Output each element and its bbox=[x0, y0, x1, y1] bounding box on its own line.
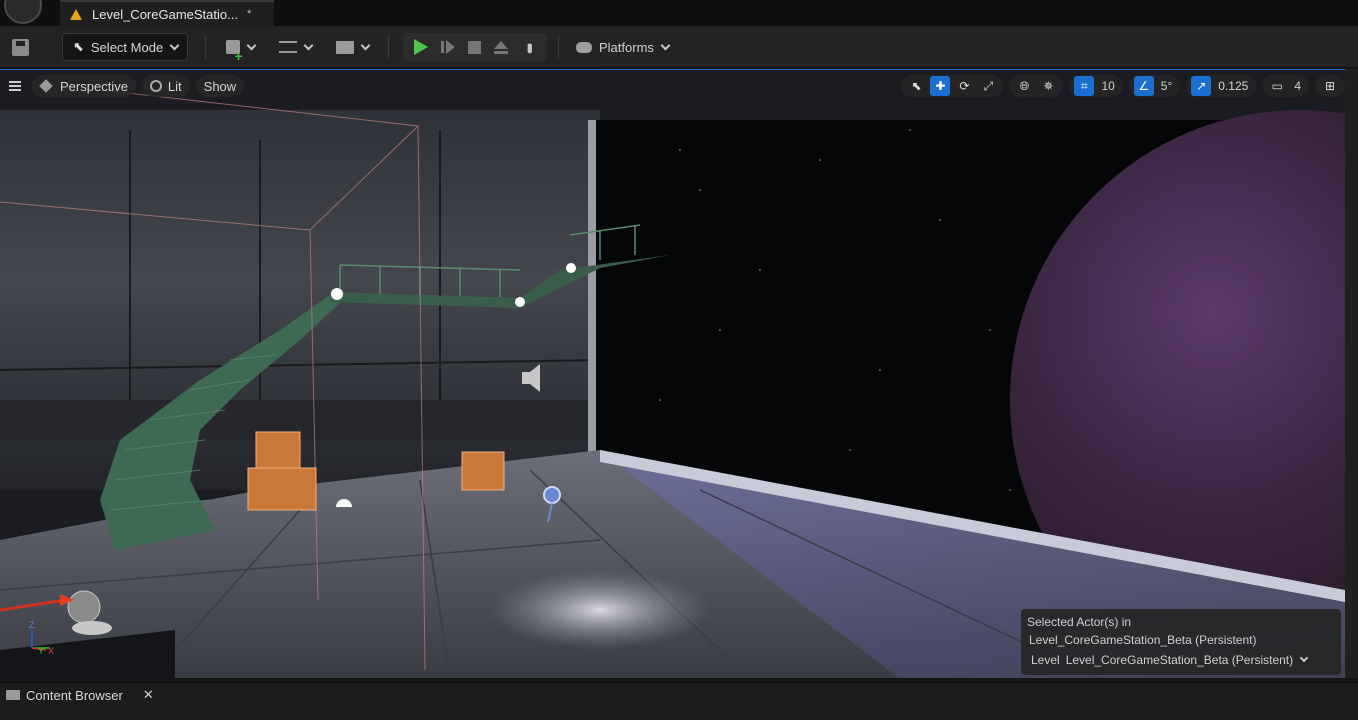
bottom-drawer: Content Browser ✕ bbox=[0, 682, 1358, 720]
chevron-down-icon bbox=[303, 40, 313, 50]
select-mode-dropdown[interactable]: ⬉ Select Mode bbox=[62, 33, 188, 61]
chevron-down-icon bbox=[1299, 653, 1309, 663]
layout-group: ⊞ bbox=[1315, 75, 1345, 97]
select-mode-label: Select Mode bbox=[90, 39, 164, 55]
rotation-snap-group[interactable]: ∠ 5° bbox=[1128, 75, 1181, 97]
right-panel-edge bbox=[1345, 69, 1358, 678]
move-tool-icon[interactable]: ✚ bbox=[930, 76, 951, 96]
perspective-cube-icon bbox=[39, 79, 53, 93]
rotation-snap-value[interactable]: 5° bbox=[1158, 79, 1175, 93]
main-toolbar: ⬉ Select Mode + ••• Platforms bbox=[0, 26, 1358, 68]
select-tool-icon[interactable]: ⬉ bbox=[906, 76, 926, 96]
level-value: Level_CoreGameStation_Beta (Persistent) bbox=[1065, 653, 1294, 667]
viewport-options-bar: Perspective Lit Show bbox=[4, 75, 245, 97]
step-icon[interactable] bbox=[440, 40, 455, 54]
chevron-down-icon bbox=[360, 40, 370, 50]
unreal-logo-icon[interactable] bbox=[4, 0, 42, 24]
chevron-down-icon bbox=[660, 40, 671, 50]
content-browser-label: Content Browser bbox=[26, 687, 123, 703]
selected-actors-panel: Selected Actor(s) in Level_CoreGameStati… bbox=[1021, 609, 1341, 675]
toolbar-divider bbox=[388, 35, 389, 59]
play-controls: ••• bbox=[403, 33, 547, 61]
lit-label: Lit bbox=[167, 78, 182, 94]
perspective-button[interactable]: Perspective bbox=[32, 75, 136, 97]
eject-icon[interactable] bbox=[493, 40, 508, 54]
toolbar-divider bbox=[558, 35, 559, 59]
unsaved-marker: * bbox=[246, 8, 252, 20]
more-options-icon[interactable]: ••• bbox=[521, 43, 538, 51]
level-warning-icon bbox=[70, 8, 82, 20]
grid-snap-icon[interactable]: ⌗ bbox=[1074, 76, 1095, 96]
camera-speed-group[interactable]: ▭ 4 bbox=[1262, 75, 1309, 97]
level-tab-title: Level_CoreGameStatio... bbox=[92, 6, 238, 22]
perspective-label: Perspective bbox=[60, 78, 128, 94]
level-document-tab[interactable]: Level_CoreGameStatio... * bbox=[60, 0, 274, 26]
transform-mode-group: ⬉ ✚ ⟳ ⤢ bbox=[901, 75, 1004, 97]
transform-toolbar: ⬉ ✚ ⟳ ⤢ 🌐︎ ✵ ⌗ 10 ∠ 5° ↗ 0.125 ▭ 4 ⊞ bbox=[901, 75, 1345, 97]
selected-actors-heading: Selected Actor(s) in bbox=[1027, 615, 1132, 629]
save-icon bbox=[11, 38, 29, 56]
cinematics-button[interactable] bbox=[332, 33, 372, 61]
chevron-down-icon bbox=[169, 40, 180, 50]
level-viewport[interactable]: Perspective Lit Show ⬉ ✚ ⟳ ⤢ 🌐︎ ✵ ⌗ 10 ∠… bbox=[0, 69, 1345, 678]
show-label: Show bbox=[203, 78, 237, 94]
camera-speed-icon[interactable]: ▭ bbox=[1267, 76, 1287, 96]
selected-actors-level: Level_CoreGameStation_Beta (Persistent) bbox=[1029, 633, 1257, 647]
level-label: Level bbox=[1031, 653, 1060, 667]
rotation-snap-icon[interactable]: ∠ bbox=[1133, 76, 1154, 96]
axis-x-label: X bbox=[48, 646, 54, 656]
cinematics-icon bbox=[335, 40, 354, 54]
scale-snap-group[interactable]: ↗ 0.125 bbox=[1186, 75, 1257, 97]
rotate-tool-icon[interactable]: ⟳ bbox=[954, 76, 974, 96]
camera-speed-value[interactable]: 4 bbox=[1291, 79, 1304, 93]
save-button[interactable] bbox=[8, 33, 32, 61]
select-cursor-icon: ⬉ bbox=[73, 39, 84, 54]
play-icon[interactable] bbox=[413, 39, 428, 55]
title-bar: Level_CoreGameStatio... * bbox=[0, 0, 1358, 26]
current-level-dropdown[interactable]: Level Level_CoreGameStation_Beta (Persis… bbox=[1027, 651, 1335, 669]
lit-icon bbox=[149, 80, 162, 92]
add-actor-button[interactable]: + bbox=[220, 33, 260, 64]
axis-y-label: Y bbox=[38, 646, 44, 656]
grid-snap-value[interactable]: 10 bbox=[1098, 79, 1117, 93]
blueprint-icon bbox=[278, 41, 297, 53]
platforms-dropdown[interactable]: Platforms bbox=[574, 33, 674, 61]
show-button[interactable]: Show bbox=[195, 75, 245, 97]
scene-render[interactable] bbox=[0, 70, 1345, 678]
viewport-layout-icon[interactable]: ⊞ bbox=[1320, 76, 1340, 96]
axis-gizmo: Z Y X bbox=[29, 620, 54, 656]
toolbar-divider bbox=[205, 35, 206, 59]
coordinate-group: 🌐︎ ✵ bbox=[1009, 75, 1064, 97]
gamepad-icon bbox=[576, 41, 592, 53]
scale-snap-icon[interactable]: ↗ bbox=[1191, 76, 1212, 96]
scale-tool-icon[interactable]: ⤢ bbox=[978, 76, 998, 96]
folder-icon bbox=[6, 690, 20, 700]
surface-snap-icon[interactable]: ✵ bbox=[1038, 76, 1058, 96]
content-browser-tab[interactable]: Content Browser ✕ bbox=[0, 683, 156, 707]
world-space-icon[interactable]: 🌐︎ bbox=[1014, 76, 1034, 96]
close-icon[interactable]: ✕ bbox=[143, 687, 154, 703]
stop-icon[interactable] bbox=[467, 40, 481, 54]
scale-snap-value[interactable]: 0.125 bbox=[1215, 79, 1251, 93]
add-actor-icon: + bbox=[225, 40, 243, 64]
platforms-label: Platforms bbox=[599, 39, 654, 55]
grid-snap-group[interactable]: ⌗ 10 bbox=[1069, 75, 1123, 97]
lit-button[interactable]: Lit bbox=[141, 75, 190, 97]
axis-z-label: Z bbox=[29, 620, 35, 630]
viewport-menu-icon[interactable] bbox=[4, 75, 26, 97]
blueprints-button[interactable] bbox=[275, 33, 315, 61]
chevron-down-icon bbox=[246, 40, 256, 50]
